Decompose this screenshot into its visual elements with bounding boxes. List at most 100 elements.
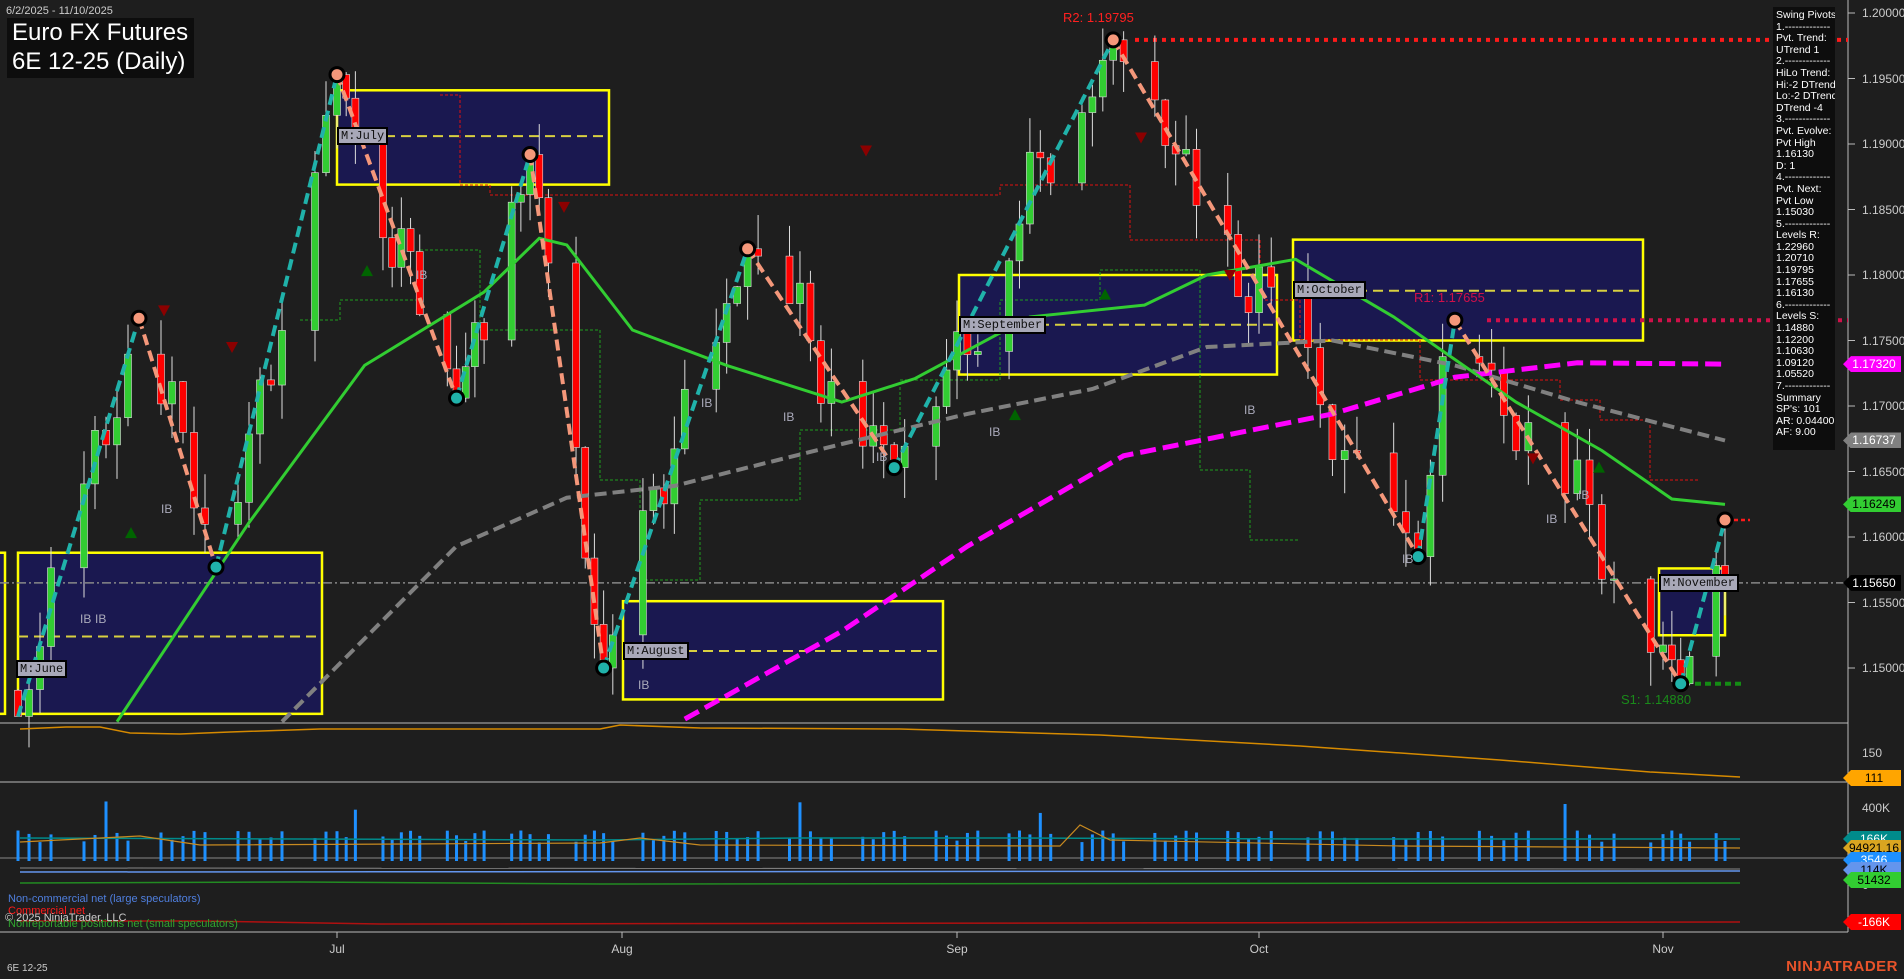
volume-bar — [808, 831, 812, 861]
info-line: Pvt. Evolve: — [1776, 124, 1832, 137]
candle — [311, 172, 319, 331]
triangle-up-icon — [1593, 461, 1605, 473]
volume-bar — [324, 831, 328, 861]
candle — [1161, 99, 1170, 146]
candle — [649, 487, 658, 511]
volume-bar — [519, 830, 523, 861]
swing-pivot-high — [1716, 511, 1734, 529]
info-line: 1.19795 — [1776, 264, 1814, 277]
swing-pivot-high — [1446, 311, 1464, 329]
inside-bar-label: IB — [1578, 488, 1590, 502]
date-range: 6/2/2025 - 11/10/2025 — [6, 5, 113, 17]
swing-pivot-high — [130, 309, 148, 327]
volume-bar — [236, 831, 240, 861]
x-label-nov: Nov — [1652, 942, 1674, 956]
triangle-down-icon — [158, 305, 170, 317]
price-axis-tick: 1.18500 — [1862, 202, 1904, 217]
candle — [1151, 61, 1159, 101]
s1-label: S1: 1.14880 — [1621, 692, 1692, 707]
triangle-down-icon — [558, 201, 570, 213]
candle — [1267, 266, 1276, 288]
oscillator-line — [19, 724, 1741, 778]
candle — [1015, 223, 1024, 262]
chart-canvas[interactable] — [0, 0, 1904, 979]
price-axis-tick: 1.17000 — [1862, 399, 1904, 413]
candle — [942, 369, 951, 407]
candle — [639, 510, 647, 636]
volume-bar — [1163, 840, 1167, 861]
chart-title: Euro FX Futures 6E 12-25 (Daily) — [7, 18, 195, 78]
indicator-tag: 51432 — [1843, 872, 1901, 888]
volume-bar — [882, 832, 886, 861]
inside-bar-label: IB — [701, 396, 713, 410]
volume-bar — [181, 836, 185, 861]
inside-bar-label: IB — [1402, 552, 1414, 566]
nonreportable-net-line — [19, 881, 1741, 885]
candle — [124, 353, 132, 418]
inside-bar-label: IB — [638, 678, 650, 692]
volume-bar — [1392, 837, 1396, 861]
swing-up-leg — [892, 38, 1115, 469]
swing-pivot-low — [1672, 675, 1690, 693]
volume-bar — [104, 801, 108, 861]
volume-bar — [528, 834, 532, 861]
title-contract: 6E 12-25 (Daily) — [12, 48, 186, 75]
volume-bar — [756, 831, 760, 861]
volume-ma-line — [19, 824, 1741, 849]
triangle-up-icon — [1009, 409, 1021, 421]
monthly-range-box — [0, 551, 7, 716]
volume-bar — [1330, 831, 1334, 861]
price-axis-tick: 1.15500 — [1862, 595, 1904, 610]
volume-bar — [445, 830, 449, 861]
swing-pivot-high — [328, 66, 346, 84]
volume-bar — [1038, 812, 1042, 861]
volume-bar — [344, 837, 348, 861]
volume-bar — [829, 838, 833, 861]
volume-bar — [1404, 838, 1408, 861]
candle — [1512, 415, 1520, 452]
triangle-down-icon — [1135, 132, 1147, 144]
swing-pivot-high — [521, 145, 539, 163]
price-axis-tick: 1.18000 — [1862, 268, 1904, 282]
swing-down-leg — [137, 317, 218, 568]
inside-bar-label: IB — [95, 612, 107, 626]
volume-bar — [1195, 832, 1199, 861]
price-axis-tick: 1.16000 — [1862, 530, 1904, 544]
volume-bar — [203, 832, 207, 861]
candle — [443, 314, 452, 370]
volume-bar — [583, 834, 587, 861]
volume-bar — [1600, 841, 1604, 861]
candle — [1487, 362, 1496, 371]
volume-bar — [546, 834, 550, 861]
volume-bar — [1649, 842, 1653, 861]
ninjatrader-logo: NINJATRADER — [1786, 958, 1898, 975]
volume-bar — [1101, 830, 1105, 861]
month-label-august: M:August — [623, 642, 689, 660]
volume-bar — [725, 831, 729, 861]
volume-bar — [473, 833, 477, 861]
footer-instrument: 6E 12-25 — [7, 963, 48, 974]
price-tag: 1.16737 — [1843, 432, 1901, 449]
candle — [322, 114, 330, 173]
volume-bar — [1441, 836, 1445, 861]
candle — [267, 379, 275, 386]
month-label-september: M:September — [959, 316, 1047, 334]
volume-bar — [602, 833, 606, 861]
info-line: 7.------------- — [1776, 380, 1831, 392]
volume-bar — [611, 840, 615, 861]
volume-bar — [945, 835, 949, 861]
volume-bar — [651, 840, 655, 861]
volume-bar — [170, 839, 174, 861]
month-label-october: M:October — [1293, 281, 1366, 299]
volume-bar — [313, 838, 317, 861]
swing-pivot-low — [885, 459, 903, 477]
info-line: Lo:-2 DTrend — [1776, 90, 1835, 103]
swing-pivots-panel: Swing Pivots 1.------------- Pvt. Trend: UT… — [1773, 7, 1835, 450]
candle — [91, 429, 99, 485]
volume-bar — [683, 832, 687, 861]
volume-bar — [746, 837, 750, 861]
month-label-november: M:November — [1659, 574, 1740, 592]
volume-bar — [1318, 831, 1322, 861]
candle — [1244, 296, 1253, 313]
candle — [796, 282, 804, 304]
